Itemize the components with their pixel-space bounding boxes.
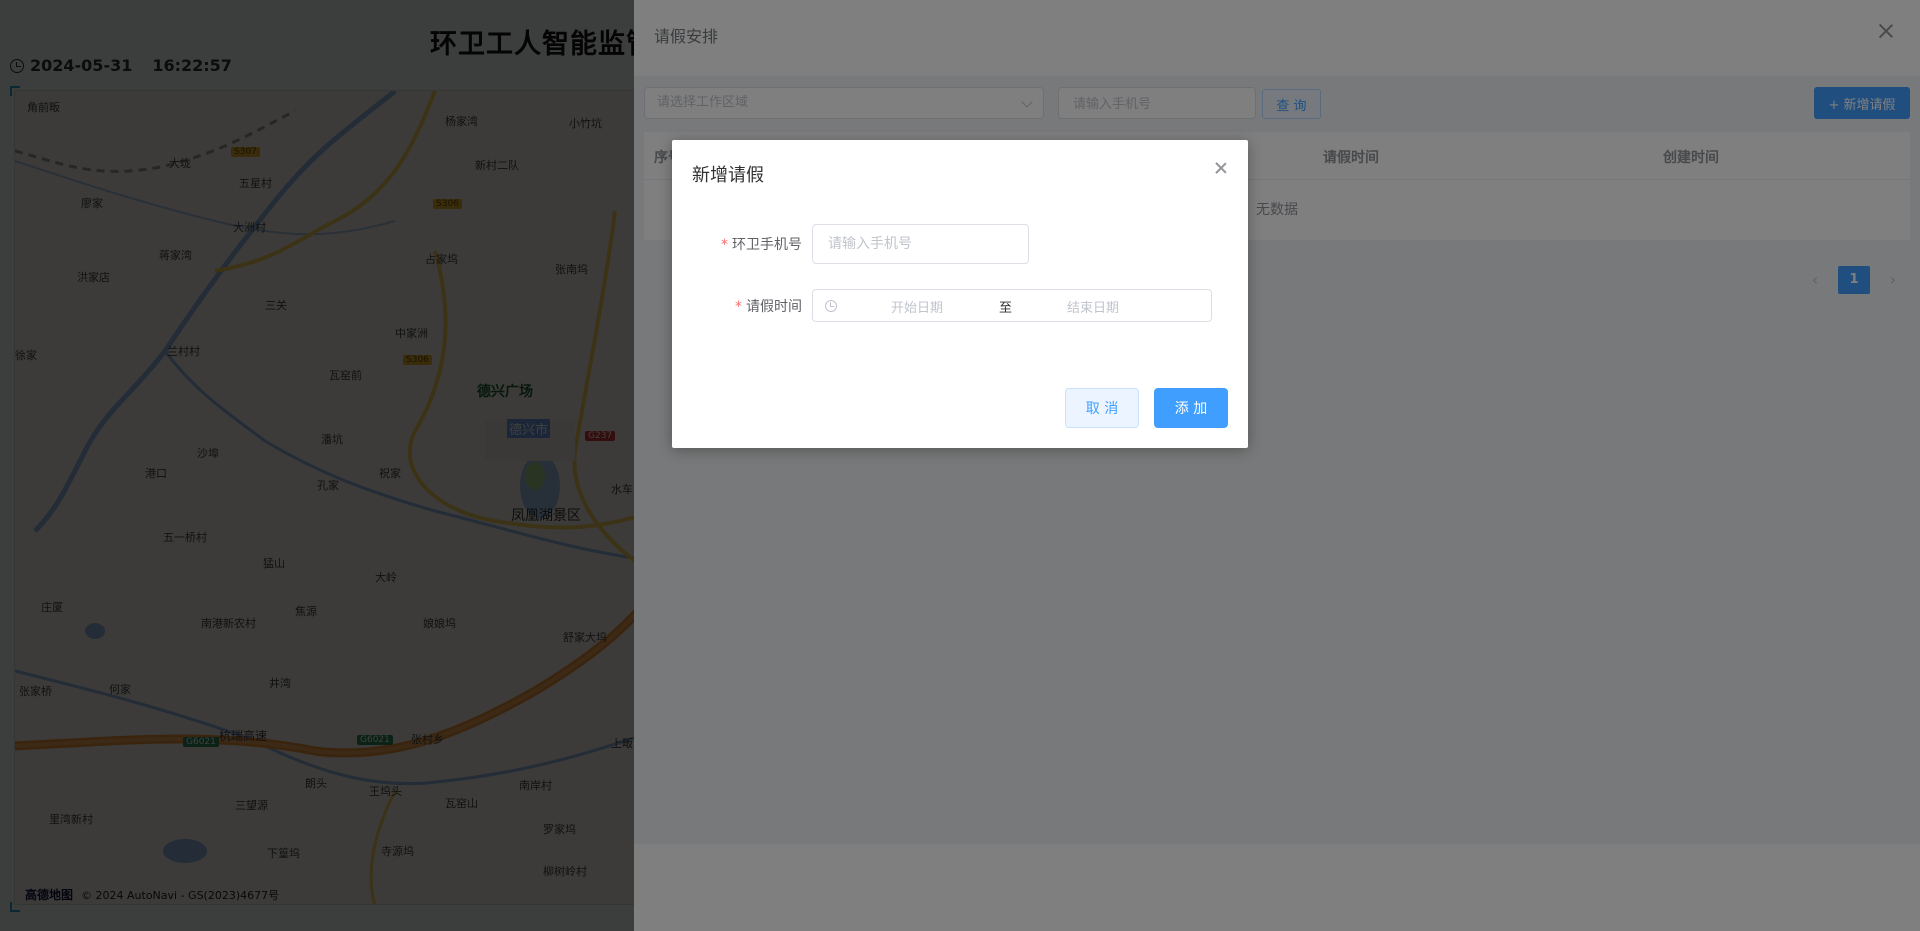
cancel-button[interactable]: 取 消 bbox=[1065, 388, 1139, 428]
required-mark: * bbox=[735, 299, 742, 315]
add-button[interactable]: 添 加 bbox=[1154, 388, 1228, 428]
phone-field-label: * 环卫手机号 bbox=[721, 234, 802, 254]
start-date-input[interactable]: 开始日期 bbox=[891, 297, 943, 316]
clock-icon bbox=[825, 300, 837, 312]
add-leave-dialog: 新增请假 *环卫手机号 *请假时间 开始日期 至 结束日期 取 消 添 加 bbox=[672, 140, 1248, 448]
leave-time-label-text: 请假时间 bbox=[746, 299, 802, 315]
end-date-input[interactable]: 结束日期 bbox=[1067, 297, 1119, 316]
date-range-separator: 至 bbox=[999, 301, 1013, 316]
worker-phone-input[interactable] bbox=[812, 224, 1029, 264]
leave-time-label: * 请假时间 bbox=[735, 296, 802, 316]
dialog-title: 新增请假 bbox=[692, 165, 764, 186]
required-mark: * bbox=[721, 237, 728, 253]
close-icon[interactable] bbox=[1215, 162, 1227, 174]
leave-date-range-picker[interactable]: 开始日期 至 结束日期 bbox=[812, 289, 1212, 322]
phone-label-text: 环卫手机号 bbox=[732, 237, 802, 253]
